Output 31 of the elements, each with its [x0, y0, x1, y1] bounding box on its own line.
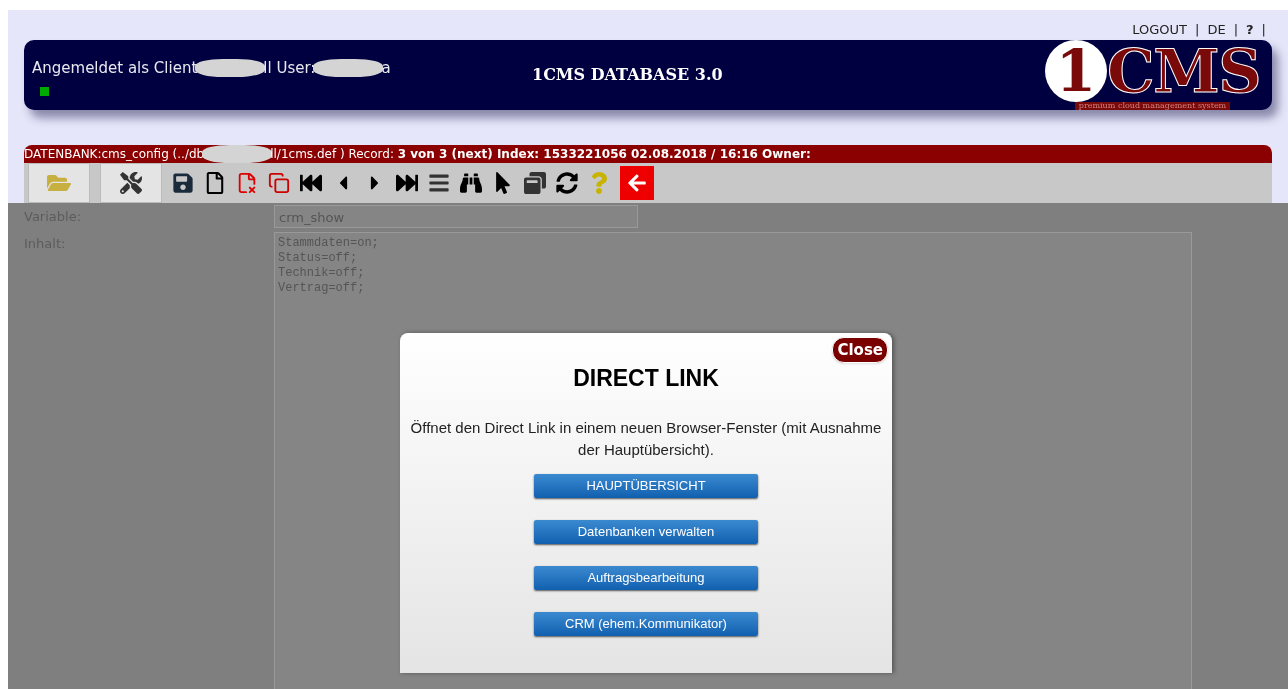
- copy-icon[interactable]: [268, 171, 290, 194]
- login-text: a: [381, 57, 391, 79]
- close-button[interactable]: Close: [832, 336, 888, 363]
- refresh-icon[interactable]: [556, 171, 578, 194]
- login-text: ll User:: [263, 57, 316, 79]
- separator: |: [1261, 21, 1266, 39]
- top-link[interactable]: LOGOUT: [1132, 20, 1188, 40]
- tools-icon: [119, 171, 143, 194]
- link-button[interactable]: CRM (ehem.Kommunikator): [534, 612, 758, 636]
- top-link[interactable]: ?: [1246, 20, 1254, 40]
- dialog-text: Öffnet den Direct Link in einem neuen Browser-Fenster (mit Ausnahme der Hauptübersicht).: [409, 418, 883, 460]
- left-arrow-icon: [627, 172, 647, 193]
- separator: |: [1195, 21, 1200, 39]
- toolbar-tab[interactable]: [28, 162, 90, 203]
- redaction-mark: [313, 59, 384, 77]
- toolbar-tab[interactable]: [100, 162, 162, 203]
- app-title: 1CMS DATABASE 3.0: [532, 63, 723, 86]
- redaction-mark: [195, 59, 266, 77]
- link-button[interactable]: HAUPTÜBERSICHT: [534, 474, 758, 498]
- separator: |: [1233, 21, 1239, 39]
- save-icon[interactable]: [172, 171, 194, 194]
- link-button[interactable]: Datenbanken verwalten: [534, 520, 758, 544]
- link-button[interactable]: Auftragsbearbeitung: [534, 566, 758, 590]
- top-link[interactable]: DE: [1207, 20, 1226, 40]
- back-button[interactable]: [620, 165, 654, 200]
- windows-icon[interactable]: [524, 171, 546, 194]
- file-icon[interactable]: [204, 171, 226, 194]
- dialog-title: DIRECT LINK: [573, 363, 719, 393]
- status-indicator: [40, 87, 49, 97]
- binoculars-icon[interactable]: [460, 171, 482, 194]
- crossed-file-icon[interactable]: [236, 171, 258, 194]
